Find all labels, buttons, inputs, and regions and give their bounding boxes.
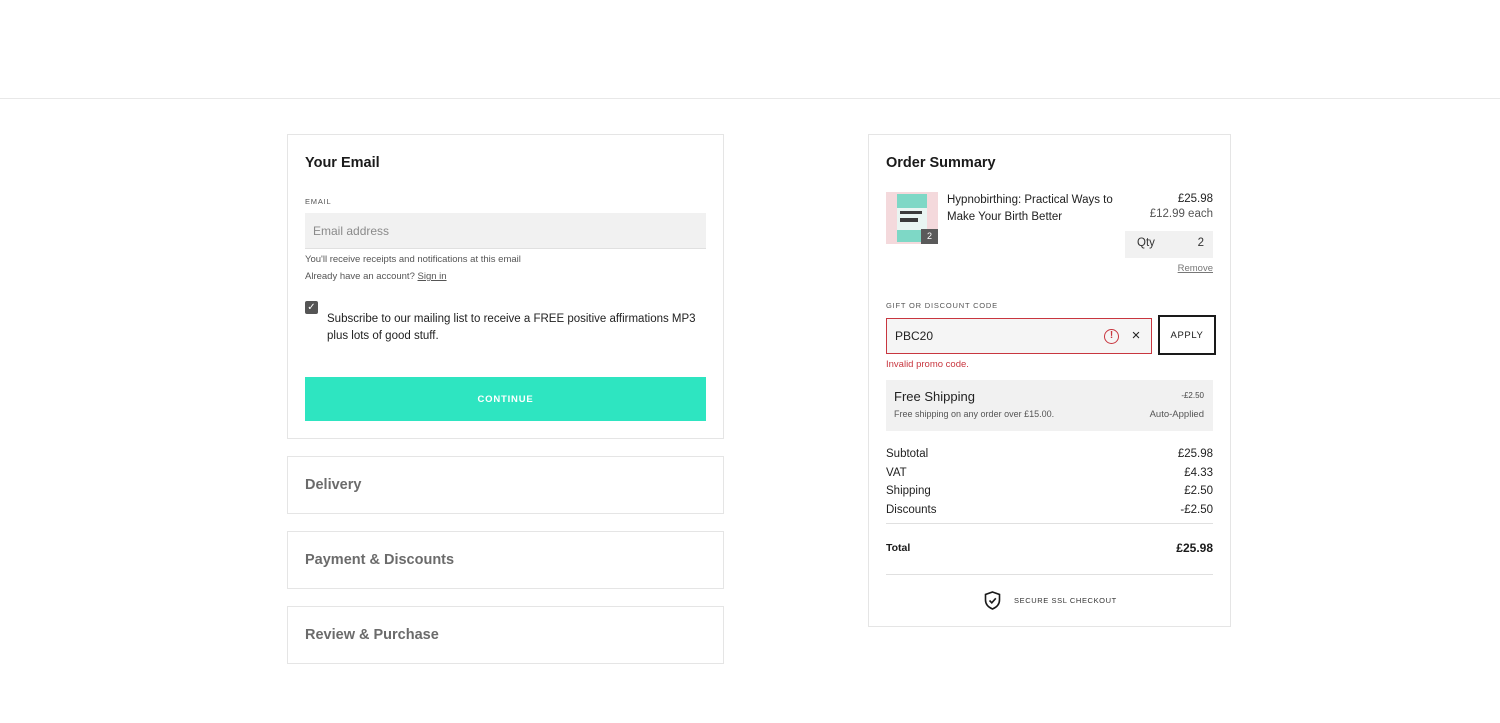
email-card-title: Your Email [305, 155, 380, 171]
discount-code-label: GIFT OR DISCOUNT CODE [886, 301, 998, 310]
product-name: Hypnobirthing: Practical Ways to Make Yo… [947, 194, 1113, 223]
section-payment-discounts[interactable]: Payment & Discounts [287, 531, 724, 589]
shipping-row: Shipping £2.50 [886, 485, 1213, 497]
order-summary-card: Order Summary 2 Hypnobirthing: Practical… [868, 134, 1231, 627]
remove-item-link[interactable]: Remove [1178, 263, 1213, 274]
subscribe-checkbox[interactable]: ✓ [305, 301, 318, 314]
subtotal-label: Subtotal [886, 448, 929, 460]
discount-code-field: ! × [886, 318, 1152, 354]
product-thumbnail: 2 [886, 192, 938, 244]
quantity-label: Qty [1137, 237, 1155, 249]
promo-description: Free shipping on any order over £15.00. [894, 409, 1055, 419]
subtotal-row: Subtotal £25.98 [886, 448, 1213, 460]
discounts-row: Discounts -£2.50 [886, 504, 1213, 516]
total-row: Total £25.98 [886, 541, 1213, 555]
secure-checkout-text: SECURE SSL CHECKOUT [1014, 596, 1117, 605]
promo-error-message: Invalid promo code. [886, 359, 969, 370]
checkmark-icon: ✓ [307, 302, 316, 313]
promo-title: Free Shipping [894, 389, 975, 404]
applied-promo: Free Shipping Free shipping on any order… [886, 380, 1213, 431]
discounts-label: Discounts [886, 504, 937, 516]
shipping-value: £2.50 [1184, 485, 1213, 497]
continue-button[interactable]: CONTINUE [305, 377, 706, 421]
apply-button[interactable]: APPLY [1158, 315, 1216, 355]
quantity-stepper[interactable]: Qty 2 [1125, 231, 1213, 258]
vat-row: VAT £4.33 [886, 467, 1213, 479]
product-unit-price: £12.99 each [1149, 208, 1213, 220]
quantity-value: 2 [1197, 237, 1204, 249]
account-hint-text: Already have an account? [305, 271, 415, 282]
subscribe-label: Subscribe to our mailing list to receive… [327, 313, 696, 342]
secure-divider [886, 574, 1213, 575]
vat-value: £4.33 [1184, 467, 1213, 479]
shield-check-icon [984, 591, 1001, 610]
account-hint: Already have an account? Sign in [305, 271, 447, 282]
email-field[interactable] [305, 213, 706, 249]
site-header [0, 0, 1500, 99]
vat-label: VAT [886, 467, 907, 479]
close-icon[interactable]: × [1129, 327, 1143, 345]
email-receipts-hint: You'll receive receipts and notification… [305, 254, 521, 265]
email-field-label: EMAIL [305, 197, 332, 206]
shipping-label: Shipping [886, 485, 931, 497]
secure-checkout-badge: SECURE SSL CHECKOUT [984, 591, 1124, 611]
section-review-title: Review & Purchase [305, 627, 439, 643]
error-icon: ! [1104, 329, 1119, 344]
order-summary-title: Order Summary [886, 155, 996, 171]
promo-status: Auto-Applied [1149, 409, 1204, 420]
subtotal-value: £25.98 [1177, 448, 1213, 460]
total-label: Total [886, 542, 911, 554]
section-payment-title: Payment & Discounts [305, 552, 455, 568]
email-card: Your Email EMAIL You'll receive receipts… [287, 134, 724, 439]
total-value: £25.98 [1176, 541, 1213, 555]
quantity-badge: 2 [921, 229, 938, 244]
discount-code-input[interactable] [895, 319, 1085, 353]
section-delivery[interactable]: Delivery [287, 456, 724, 514]
sign-in-link[interactable]: Sign in [418, 271, 447, 282]
section-delivery-title: Delivery [305, 477, 362, 493]
promo-amount: -£2.50 [1181, 391, 1204, 400]
discounts-value: -£2.50 [1180, 504, 1213, 516]
product-price: £25.98 [1177, 193, 1213, 205]
section-review-purchase[interactable]: Review & Purchase [287, 606, 724, 664]
totals-divider [886, 523, 1213, 524]
